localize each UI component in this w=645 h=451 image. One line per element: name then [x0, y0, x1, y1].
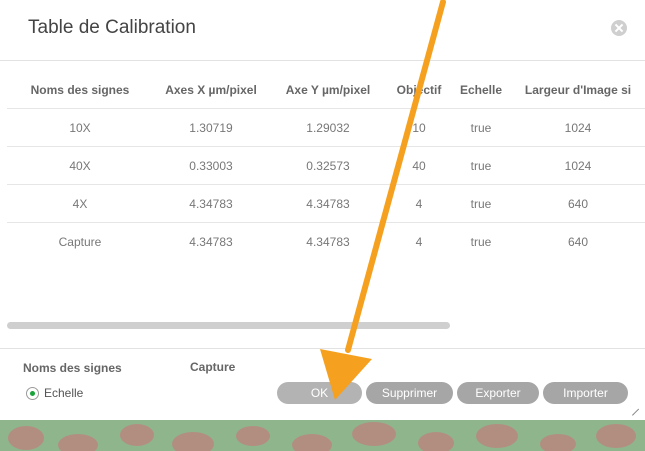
microscope-background-image: [0, 420, 645, 451]
blood-cell-shape: [236, 426, 270, 446]
blood-cell-shape: [540, 434, 576, 451]
blood-cell-shape: [58, 434, 98, 451]
table-cell: 640: [511, 184, 645, 223]
names-value: Capture: [190, 360, 236, 374]
blood-cell-shape: [418, 432, 454, 451]
dialog-footer: Noms des signes Capture Echelle OK Suppr…: [0, 348, 645, 421]
ok-button[interactable]: OK: [277, 382, 362, 404]
blood-cell-shape: [8, 426, 44, 450]
export-button[interactable]: Exporter: [457, 382, 539, 404]
table-cell: 1024: [511, 108, 645, 147]
scale-radio[interactable]: [26, 387, 39, 400]
blood-cell-shape: [172, 432, 214, 451]
blood-cell-shape: [120, 424, 154, 446]
table-cell: Capture: [7, 222, 153, 260]
table-cell: true: [451, 222, 511, 260]
table-cell: 4: [387, 184, 451, 223]
column-header-axis-x[interactable]: Axes X µm/pixel: [153, 72, 269, 109]
table-row[interactable]: 4X 4.34783 4.34783 4 true 640: [7, 184, 645, 223]
column-header-axis-y[interactable]: Axe Y µm/pixel: [269, 72, 387, 109]
table-row[interactable]: 10X 1.30719 1.29032 10 true 1024: [7, 108, 645, 147]
column-header-scale[interactable]: Echelle: [451, 72, 511, 109]
table-cell: 1024: [511, 146, 645, 185]
column-header-objective[interactable]: Objectif: [387, 72, 451, 109]
dialog-title: Table de Calibration: [28, 17, 196, 38]
table-row[interactable]: 40X 0.33003 0.32573 40 true 1024: [7, 146, 645, 185]
table-cell: 4X: [7, 184, 153, 223]
blood-cell-shape: [352, 422, 396, 446]
calibration-dialog: Table de Calibration Noms des signes Axe…: [0, 0, 645, 420]
delete-button[interactable]: Supprimer: [366, 382, 453, 404]
table-cell: 0.32573: [269, 146, 387, 185]
calibration-table: Noms des signes Axes X µm/pixel Axe Y µm…: [7, 72, 645, 260]
blood-cell-shape: [292, 434, 332, 451]
table-cell: true: [451, 184, 511, 223]
scale-radio-label[interactable]: Echelle: [44, 386, 83, 400]
blood-cell-shape: [596, 424, 636, 448]
table-cell: 1.29032: [269, 108, 387, 147]
radio-selected-dot: [30, 391, 35, 396]
column-header-image-width[interactable]: Largeur d'Image si: [511, 72, 645, 109]
import-button[interactable]: Importer: [543, 382, 628, 404]
table-cell: 4: [387, 222, 451, 260]
table-cell: 1.30719: [153, 108, 269, 147]
calibration-table-container: Noms des signes Axes X µm/pixel Axe Y µm…: [7, 72, 645, 272]
scrollbar-thumb[interactable]: [7, 322, 450, 329]
table-cell: true: [451, 146, 511, 185]
table-cell: 640: [511, 222, 645, 260]
blood-cell-shape: [476, 424, 518, 448]
horizontal-scrollbar[interactable]: [7, 322, 638, 330]
table-cell: 4.34783: [153, 184, 269, 223]
resize-grip-icon[interactable]: [632, 408, 639, 415]
table-cell: 10: [387, 108, 451, 147]
names-label: Noms des signes: [23, 361, 122, 375]
table-cell: 4.34783: [153, 222, 269, 260]
table-row[interactable]: Capture 4.34783 4.34783 4 true 640: [7, 222, 645, 260]
table-cell: 4.34783: [269, 184, 387, 223]
column-header-names[interactable]: Noms des signes: [7, 72, 153, 109]
table-cell: 4.34783: [269, 222, 387, 260]
table-cell: 10X: [7, 108, 153, 147]
table-cell: 40: [387, 146, 451, 185]
table-cell: 0.33003: [153, 146, 269, 185]
dialog-title-bar: Table de Calibration: [0, 0, 645, 61]
close-icon[interactable]: [611, 20, 627, 36]
table-cell: true: [451, 108, 511, 147]
table-header-row: Noms des signes Axes X µm/pixel Axe Y µm…: [7, 72, 645, 109]
table-cell: 40X: [7, 146, 153, 185]
